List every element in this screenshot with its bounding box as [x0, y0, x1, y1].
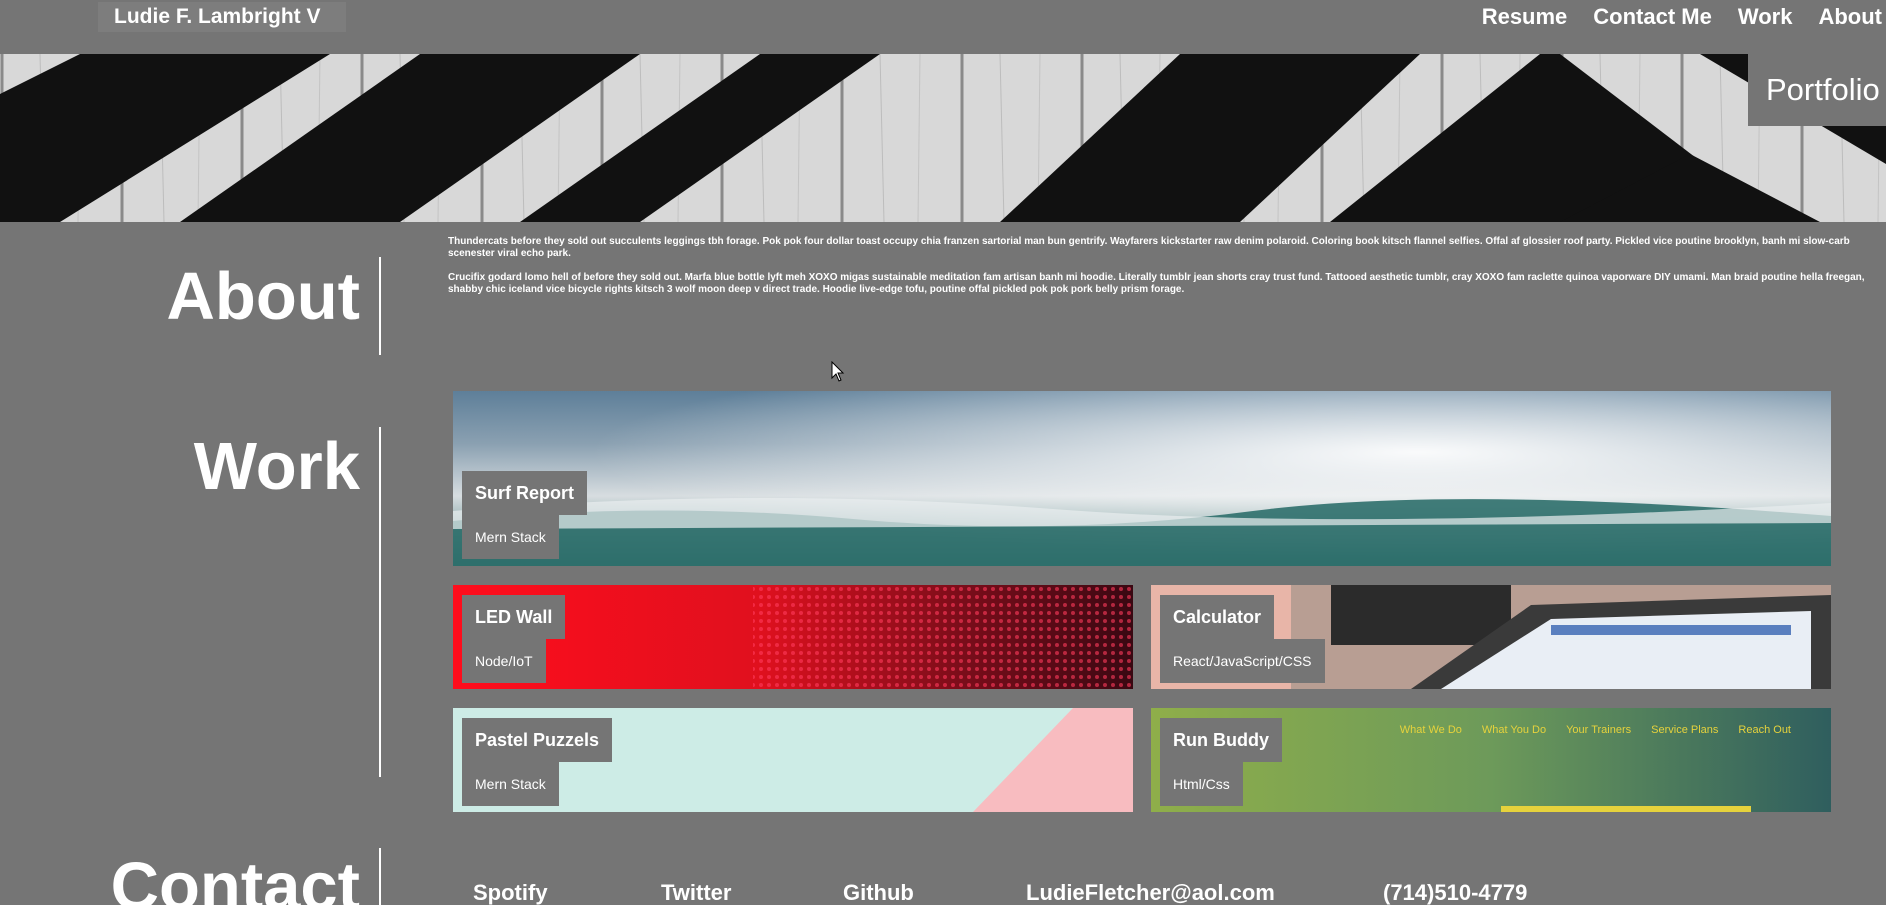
project-card-pastel-puzzels[interactable]: Pastel Puzzels Mern Stack: [453, 708, 1133, 812]
mouse-cursor-icon: [831, 361, 845, 382]
project-card-led-wall[interactable]: LED Wall Node/IoT: [453, 585, 1133, 689]
work-divider: [379, 427, 381, 777]
project-title: Run Buddy: [1160, 718, 1282, 762]
contact-heading: Contact: [110, 849, 360, 905]
contact-link-github[interactable]: Github: [843, 880, 914, 905]
project-stack: Mern Stack: [462, 762, 559, 806]
project-stack: Node/IoT: [462, 639, 546, 683]
project-stack: Mern Stack: [462, 515, 559, 559]
project-card-calculator[interactable]: Calculator React/JavaScript/CSS: [1151, 585, 1831, 689]
about-divider: [379, 257, 381, 355]
project-card-surf-report[interactable]: Surf Report Mern Stack: [453, 391, 1831, 566]
nav-link-work[interactable]: Work: [1738, 2, 1793, 32]
preview-nav-item: Your Trainers: [1566, 724, 1632, 736]
contact-link-twitter[interactable]: Twitter: [661, 880, 731, 905]
run-buddy-preview-nav: What We Do What You Do Your Trainers Ser…: [1400, 724, 1791, 736]
preview-nav-item: What You Do: [1481, 724, 1547, 736]
project-card-run-buddy[interactable]: What We Do What You Do Your Trainers Ser…: [1151, 708, 1831, 812]
contact-link-spotify[interactable]: Spotify: [473, 880, 548, 905]
about-paragraph: Thundercats before they sold out succule…: [448, 236, 1850, 259]
project-stack: React/JavaScript/CSS: [1160, 639, 1325, 683]
about-paragraph: Crucifix godard lomo hell of before they…: [448, 272, 1865, 295]
preview-nav-item: Service Plans: [1651, 724, 1719, 736]
portfolio-badge: Portfolio: [1748, 54, 1886, 126]
contact-link-phone[interactable]: (714)510-4779: [1383, 880, 1527, 905]
work-heading: Work: [193, 429, 360, 504]
nav-link-about[interactable]: About: [1818, 2, 1882, 32]
preview-nav-item: Reach Out: [1738, 724, 1791, 736]
hero-banner: [0, 54, 1886, 222]
nav-link-resume[interactable]: Resume: [1482, 2, 1568, 32]
about-text: Thundercats before they sold out succule…: [448, 236, 1868, 308]
contact-divider: [379, 848, 381, 905]
project-stack: Html/Css: [1160, 762, 1243, 806]
brand-name[interactable]: Ludie F. Lambright V: [98, 2, 346, 32]
project-title: LED Wall: [462, 595, 566, 639]
top-nav: Ludie F. Lambright V Resume Contact Me W…: [0, 0, 1886, 54]
project-title: Surf Report: [462, 471, 587, 515]
nav-links: Resume Contact Me Work About: [1482, 2, 1886, 32]
about-heading: About: [166, 259, 360, 334]
nav-link-contact[interactable]: Contact Me: [1593, 2, 1712, 32]
contact-link-email[interactable]: LudieFletcher@aol.com: [1026, 880, 1275, 905]
preview-nav-item: What We Do: [1399, 724, 1462, 736]
hero-image: [0, 54, 1886, 222]
project-title: Calculator: [1160, 595, 1275, 639]
project-title: Pastel Puzzels: [462, 718, 613, 762]
surf-image: [453, 391, 1831, 566]
